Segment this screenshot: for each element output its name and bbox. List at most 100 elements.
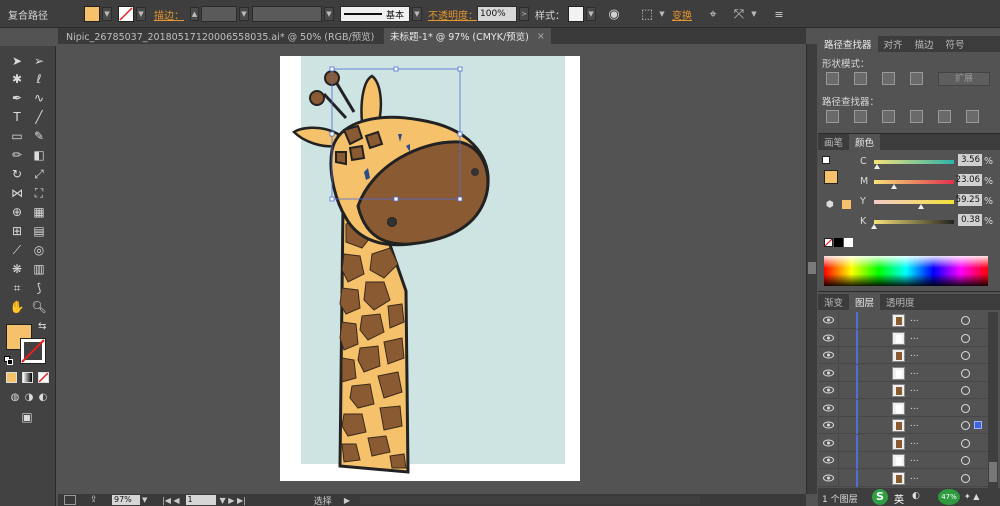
- ime-logo[interactable]: S: [872, 489, 888, 505]
- horizontal-scrollbar[interactable]: [359, 496, 700, 504]
- width-tool-icon[interactable]: ⋈: [8, 184, 26, 202]
- default-colors-icon[interactable]: [4, 356, 14, 366]
- tab-transparency[interactable]: 透明度: [880, 294, 921, 310]
- layer-target-icon[interactable]: [961, 473, 970, 483]
- graphic-style-swatch[interactable]: [568, 6, 584, 22]
- layer-name[interactable]: ...: [910, 402, 919, 412]
- minus-front-icon[interactable]: [854, 72, 867, 85]
- graphic-style-dropdown[interactable]: ▼: [586, 7, 596, 21]
- layer-name[interactable]: ...: [910, 472, 919, 482]
- white-swatch[interactable]: [844, 238, 853, 247]
- next-artboard-icon[interactable]: ▼ ▶ ▶|: [220, 496, 246, 505]
- pencil-tool-icon[interactable]: ✏: [8, 146, 26, 164]
- color-mode-icon[interactable]: [6, 372, 17, 383]
- layer-name[interactable]: ...: [910, 384, 919, 394]
- rotate-tool-icon[interactable]: ↻: [8, 165, 26, 183]
- layer-lock-cell[interactable]: [838, 399, 854, 417]
- layer-row[interactable]: ...: [818, 347, 988, 364]
- stroke-color-box[interactable]: [20, 338, 46, 364]
- free-transform-tool-icon[interactable]: ⛶: [30, 184, 48, 202]
- fill-color-indicator[interactable]: [824, 170, 838, 184]
- tab-brushes[interactable]: 画笔: [818, 134, 849, 150]
- tab-align[interactable]: 对齐: [878, 36, 909, 52]
- visibility-eye-icon[interactable]: [823, 350, 834, 360]
- fill-swatch[interactable]: [84, 6, 100, 22]
- perspective-grid-tool-icon[interactable]: ▦: [30, 203, 48, 221]
- opacity-dropdown[interactable]: >: [519, 7, 529, 21]
- layer-lock-cell[interactable]: [838, 312, 854, 329]
- tab-layers[interactable]: 图层: [849, 294, 881, 310]
- channel-m-value[interactable]: 23.06: [956, 174, 982, 186]
- recolor-artwork-icon[interactable]: ◉: [605, 5, 623, 23]
- artboard[interactable]: [280, 56, 580, 481]
- visibility-eye-icon[interactable]: [823, 455, 834, 465]
- lasso-tool-icon[interactable]: ℓ: [30, 70, 48, 88]
- none-mode-icon[interactable]: [38, 372, 49, 383]
- selection-tool-icon[interactable]: ➤: [8, 52, 26, 70]
- opacity-label[interactable]: 不透明度：: [428, 7, 478, 22]
- stroke-weight-dropdown[interactable]: ▼: [239, 7, 249, 21]
- layer-name[interactable]: ...: [910, 454, 919, 464]
- shape-builder-tool-icon[interactable]: ⊕: [8, 203, 26, 221]
- tab-pathfinder[interactable]: 路径查找器: [818, 36, 878, 52]
- tab-color[interactable]: 颜色: [849, 134, 881, 150]
- layer-row[interactable]: ...: [818, 329, 988, 347]
- draw-inside-icon[interactable]: ◐: [34, 388, 52, 406]
- layer-target-icon[interactable]: [961, 386, 970, 395]
- eyedropper-tool-icon[interactable]: ⟋: [8, 241, 26, 259]
- layer-row[interactable]: ...: [818, 312, 988, 329]
- layer-target-icon[interactable]: [961, 403, 970, 413]
- layer-name[interactable]: ...: [910, 314, 919, 324]
- artboard-tool-icon[interactable]: ⌗: [8, 279, 26, 297]
- zoom-tool-icon[interactable]: 🔍︎: [30, 298, 48, 316]
- canvas[interactable]: [58, 44, 806, 494]
- eraser-tool-icon[interactable]: ◧: [30, 146, 48, 164]
- channel-k-value[interactable]: 0.38: [958, 214, 982, 226]
- channel-m-slider[interactable]: [874, 180, 954, 184]
- gradient-tool-icon[interactable]: ▤: [30, 222, 48, 240]
- zoom-dropdown[interactable]: ▼: [142, 496, 150, 504]
- blend-tool-icon[interactable]: ◎: [30, 241, 48, 259]
- swap-fill-stroke-icon[interactable]: ⇆: [38, 321, 46, 332]
- intersect-icon[interactable]: [882, 72, 895, 85]
- symbol-sprayer-tool-icon[interactable]: ❋: [8, 260, 26, 278]
- tab-stroke[interactable]: 描边: [909, 36, 940, 52]
- variable-width-dropdown[interactable]: ▼: [324, 7, 334, 21]
- rectangle-tool-icon[interactable]: ▭: [8, 127, 26, 145]
- layer-target-icon[interactable]: [961, 368, 970, 378]
- screen-mode-icon[interactable]: ▣: [18, 408, 36, 426]
- stroke-dropdown[interactable]: ▼: [136, 7, 146, 21]
- layer-name[interactable]: ...: [910, 437, 919, 447]
- stroke-swatch[interactable]: [118, 6, 134, 22]
- layer-lock-cell[interactable]: [838, 347, 854, 364]
- opacity-field[interactable]: 100%: [477, 6, 517, 22]
- layer-row[interactable]: ...: [818, 417, 988, 434]
- layer-lock-cell[interactable]: [838, 434, 854, 452]
- tab-untitled-document[interactable]: 未标题-1* @ 97% (CMYK/预览) ×: [384, 28, 551, 44]
- visibility-eye-icon[interactable]: [823, 403, 834, 413]
- line-tool-icon[interactable]: ╱: [30, 108, 48, 126]
- channel-c-value[interactable]: 3.56: [958, 154, 982, 166]
- exclude-icon[interactable]: [910, 72, 923, 85]
- channel-k-slider[interactable]: [874, 220, 954, 224]
- outline-icon[interactable]: [938, 110, 951, 123]
- visibility-eye-icon[interactable]: [823, 438, 834, 448]
- gamut-swatch[interactable]: [842, 200, 851, 209]
- divide-icon[interactable]: [826, 110, 839, 123]
- selected-art-indicator[interactable]: [974, 421, 982, 429]
- layer-target-icon[interactable]: [961, 421, 970, 430]
- stroke-label[interactable]: 描边：: [154, 7, 184, 22]
- layer-name[interactable]: ...: [910, 367, 919, 377]
- align-options-icon[interactable]: ⬚: [638, 5, 656, 23]
- brush-definition-dropdown[interactable]: ▼: [412, 7, 422, 21]
- channel-m-thumb[interactable]: [891, 184, 897, 189]
- arrange-icon[interactable]: ⤧: [730, 5, 748, 23]
- layer-name[interactable]: ...: [910, 349, 919, 359]
- layer-name[interactable]: ...: [910, 332, 919, 342]
- status-menu-arrow-icon[interactable]: ▶: [344, 496, 350, 505]
- layer-target-icon[interactable]: [961, 333, 970, 343]
- channel-k-thumb[interactable]: [871, 224, 877, 229]
- isolate-icon[interactable]: ⌖: [704, 5, 722, 23]
- channel-c-thumb[interactable]: [874, 164, 880, 169]
- layer-row[interactable]: ...: [818, 399, 988, 417]
